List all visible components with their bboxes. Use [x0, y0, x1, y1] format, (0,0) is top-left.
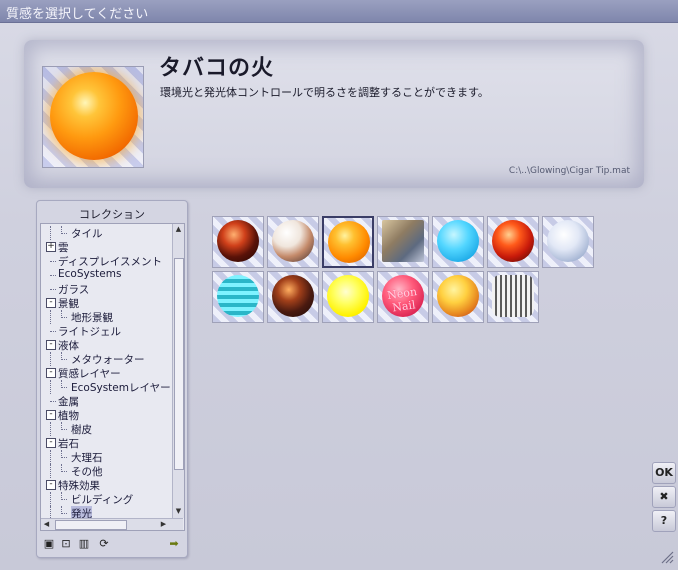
- dark-lava-sphere: [272, 275, 314, 317]
- collapse-icon[interactable]: -: [46, 298, 56, 308]
- material-preview: [42, 66, 144, 168]
- tree-item-label: ビルディング: [71, 494, 134, 506]
- material-path: C:\..\Glowing\Cigar Tip.mat: [508, 166, 630, 176]
- help-button[interactable]: ?: [652, 510, 676, 532]
- material-header: タバコの火 環境光と発光体コントロールで明るさを調整することができます。 C:\…: [24, 40, 644, 188]
- tree-item[interactable]: EcoSystemレイヤー: [41, 380, 171, 394]
- tree-item[interactable]: タイル: [41, 226, 171, 240]
- tree-item[interactable]: 地形景観: [41, 310, 171, 324]
- tree-item-label: 地形景観: [71, 312, 113, 324]
- red-lava-sphere: [492, 220, 534, 262]
- lock-icon[interactable]: ⊡: [59, 537, 73, 551]
- tree-item[interactable]: - 質感レイヤー: [41, 366, 171, 380]
- tree-item[interactable]: その他: [41, 464, 171, 478]
- scroll-up-icon[interactable]: ▲: [174, 225, 183, 234]
- new-icon[interactable]: ▣: [42, 537, 56, 551]
- tree-item-label: 液体: [58, 340, 79, 352]
- tree-item-label: EcoSystems: [58, 268, 122, 280]
- tree-item[interactable]: - 特殊効果: [41, 478, 171, 492]
- material-dialog: 質感を選択してください タバコの火 環境光と発光体コントロールで明るさを調整する…: [0, 0, 678, 570]
- tree-item[interactable]: ライトジェル: [41, 324, 171, 338]
- tree-item[interactable]: ディスプレイスメント: [41, 254, 171, 268]
- tree-item-label: その他: [71, 466, 103, 478]
- yellow-glow-sphere: [327, 275, 369, 317]
- tree-item[interactable]: ガラス: [41, 282, 171, 296]
- scroll-right-icon[interactable]: ▶: [159, 520, 168, 529]
- tree-item[interactable]: 大理石: [41, 450, 171, 464]
- material-thumbnail[interactable]: [212, 271, 264, 323]
- thumbnail-text: Neon Nail: [386, 285, 418, 315]
- tree-item-label: 樹皮: [71, 424, 92, 436]
- collapse-icon[interactable]: -: [46, 340, 56, 350]
- expand-icon[interactable]: +: [46, 242, 56, 252]
- tree-item[interactable]: - 景観: [41, 296, 171, 310]
- material-thumbnail[interactable]: [267, 271, 319, 323]
- tree-item-label: タイル: [71, 228, 103, 240]
- tree-item[interactable]: 樹皮: [41, 422, 171, 436]
- material-title: タバコの火: [159, 56, 275, 81]
- cyan-stripe-sphere: [217, 275, 259, 317]
- material-thumbnail[interactable]: [322, 216, 374, 268]
- window-title: 質感を選択してください: [6, 7, 149, 22]
- material-thumbnail[interactable]: [542, 216, 594, 268]
- white-cloud-sphere: [547, 220, 589, 262]
- scroll-down-icon[interactable]: ▼: [174, 507, 183, 516]
- cigar-tip-sphere: [328, 221, 370, 263]
- tree-item-label: ライトジェル: [58, 326, 121, 338]
- material-thumbnail[interactable]: Neon Nail: [377, 271, 429, 323]
- yellow-red-sphere: [437, 275, 479, 317]
- material-description: 環境光と発光体コントロールで明るさを調整することができます。: [160, 86, 489, 99]
- material-thumbnail[interactable]: [322, 271, 374, 323]
- tree-item-label: 植物: [58, 410, 79, 422]
- collapse-icon[interactable]: -: [46, 410, 56, 420]
- marble-sphere: [272, 220, 314, 262]
- material-thumbnail[interactable]: [212, 216, 264, 268]
- tree-item[interactable]: EcoSystems: [41, 268, 171, 282]
- tree-item-label: 質感レイヤー: [58, 368, 121, 380]
- collection-panel: コレクション タイル + 雲ディスプレイスメント EcoSystems ガラス - 景観 地形…: [36, 200, 188, 558]
- tree-item[interactable]: + 雲: [41, 240, 171, 254]
- cyan-glow-sphere: [437, 220, 479, 262]
- refresh-icon[interactable]: ⟳: [97, 537, 111, 551]
- material-thumbnail[interactable]: [377, 216, 429, 268]
- tree-item-label: 岩石: [58, 438, 79, 450]
- tree-item-label: 大理石: [71, 452, 103, 464]
- ok-button[interactable]: OK: [652, 462, 676, 484]
- tree-item-label: ガラス: [58, 284, 90, 296]
- tree-item-label: EcoSystemレイヤー: [71, 382, 171, 394]
- tree-item[interactable]: メタウォーター: [41, 352, 171, 366]
- material-thumbnail[interactable]: [487, 271, 539, 323]
- tree-item[interactable]: ビルディング: [41, 492, 171, 506]
- tree-item[interactable]: - 液体: [41, 338, 171, 352]
- vertical-scrollbar[interactable]: ▲ ▼: [172, 224, 184, 518]
- collection-title: コレクション: [79, 208, 145, 221]
- material-thumbnail[interactable]: [267, 216, 319, 268]
- tree-item-label: ディスプレイスメント: [58, 256, 162, 268]
- material-thumbnail[interactable]: [487, 216, 539, 268]
- tree-item-label: 景観: [58, 298, 79, 310]
- tree-item-label: メタウォーター: [71, 354, 145, 366]
- cancel-button[interactable]: ✖: [652, 486, 676, 508]
- tree-item-label: 雲: [58, 242, 69, 254]
- material-thumbnail[interactable]: [432, 216, 484, 268]
- resize-grip-icon[interactable]: [658, 548, 674, 564]
- collapse-icon[interactable]: -: [46, 480, 56, 490]
- tree-item-label: 金属: [58, 396, 79, 408]
- arrow-right-icon[interactable]: ➡: [167, 537, 181, 551]
- collapse-icon[interactable]: -: [46, 438, 56, 448]
- horizontal-scrollbar[interactable]: ◀ ▶: [41, 518, 183, 530]
- trash-icon[interactable]: ▥: [77, 537, 91, 551]
- title-bar: 質感を選択してください: [0, 0, 678, 23]
- collection-tree: タイル + 雲ディスプレイスメント EcoSystems ガラス - 景観 地形景観 ライトジェ…: [40, 223, 185, 531]
- building-cylinder: [492, 275, 534, 317]
- tree-item-label: 特殊効果: [58, 480, 100, 492]
- tree-item[interactable]: 金属: [41, 394, 171, 408]
- tree-item[interactable]: - 岩石: [41, 436, 171, 450]
- lava-sphere: [217, 220, 259, 262]
- collapse-icon[interactable]: -: [46, 368, 56, 378]
- tree-item[interactable]: - 植物: [41, 408, 171, 422]
- glass-cube: [382, 220, 424, 262]
- material-thumbnail[interactable]: [432, 271, 484, 323]
- scroll-left-icon[interactable]: ◀: [42, 520, 51, 529]
